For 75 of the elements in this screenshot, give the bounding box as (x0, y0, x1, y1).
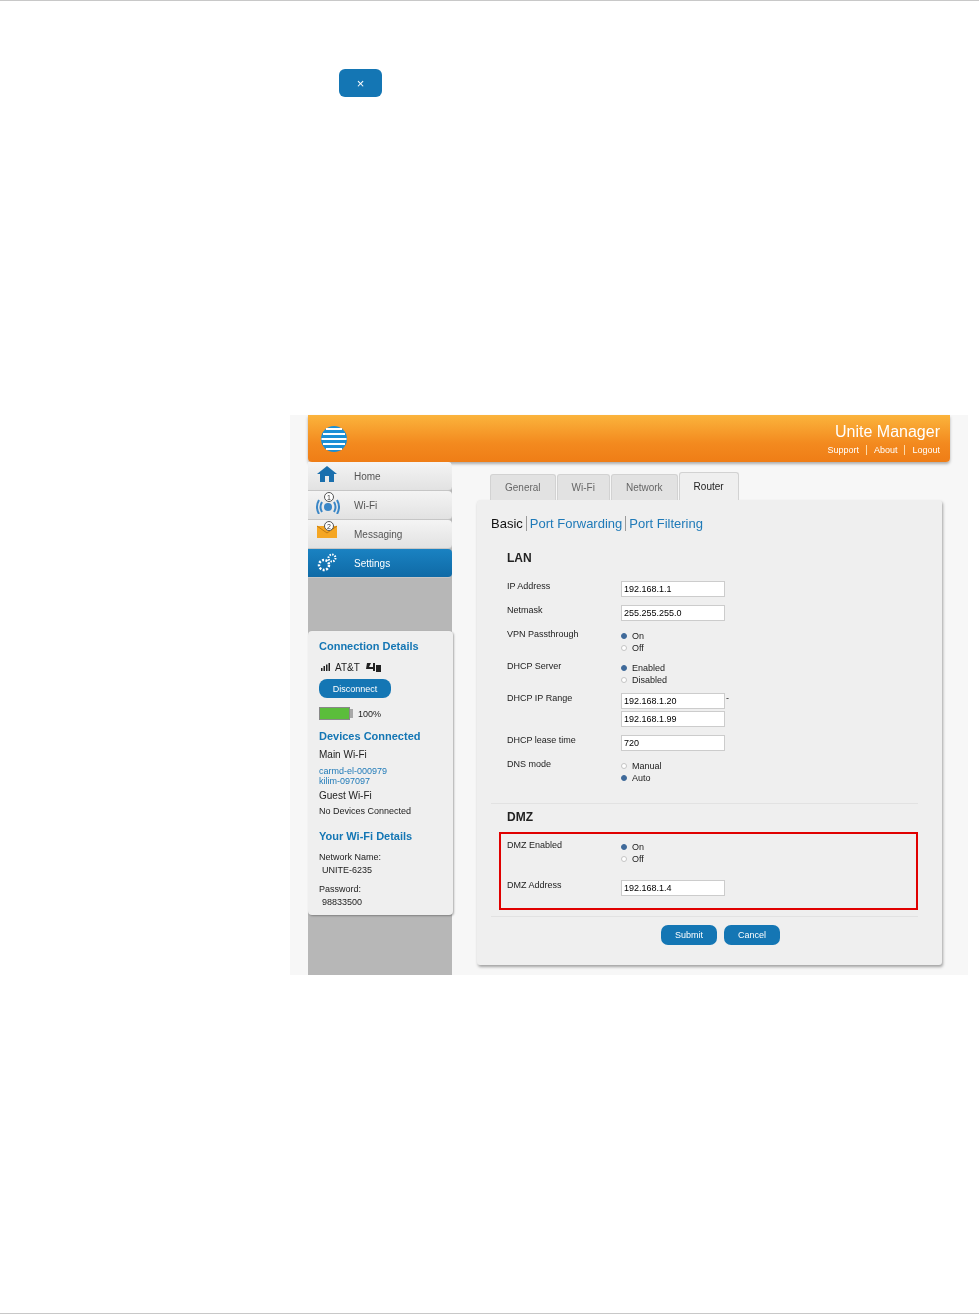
subnav-link[interactable]: Port Filtering (625, 516, 706, 531)
nav-label: Messaging (354, 528, 403, 540)
field-label: IP Address (507, 581, 552, 593)
globe-logo-icon (320, 424, 348, 453)
nav-item[interactable]: Home (308, 462, 452, 491)
text-field[interactable]: 255.255.255.0 (621, 605, 725, 621)
app-title: Unite Manager (835, 422, 940, 441)
option-label: Off (632, 854, 644, 864)
detail-label: Password: (319, 884, 362, 894)
tab[interactable]: Router (678, 472, 739, 500)
form-button[interactable]: Submit (661, 925, 717, 945)
group-name: Main Wi-Fi (319, 749, 367, 760)
header-link[interactable]: Logout (904, 444, 940, 455)
option-label: Off (632, 643, 644, 653)
text-field[interactable]: 192.168.1.4 (621, 880, 725, 896)
text-field[interactable]: 192.168.1.99 (621, 711, 725, 727)
detail-label: Network Name: (319, 852, 381, 862)
option-label: On (632, 842, 644, 852)
option-label: On (632, 631, 644, 641)
field-label: DMZ Address (507, 880, 563, 892)
option-label: Disabled (632, 675, 668, 685)
tab[interactable]: Network (610, 474, 678, 500)
field-label: DHCP Server (507, 661, 563, 673)
battery-reading: 100% (358, 708, 382, 719)
detail-value: UNITE-6235 (322, 865, 373, 875)
device-link[interactable]: kilim-097097 (319, 776, 388, 786)
subnav-link[interactable]: Basic (491, 516, 526, 531)
section-heading: Your Wi-Fi Details (319, 830, 413, 842)
disconnect-button[interactable]: Disconnect (319, 679, 391, 698)
radio-button[interactable] (621, 856, 627, 862)
range-separator: - (726, 693, 729, 703)
field-label: VPN Passthrough (507, 629, 580, 641)
group-name: Guest Wi-Fi (319, 790, 372, 801)
text-field[interactable]: 720 (621, 735, 725, 751)
header-link[interactable]: Support (820, 444, 866, 455)
gears-icon (316, 552, 338, 572)
option-label: Manual (632, 761, 662, 771)
option-label: Auto (632, 773, 651, 783)
device-link[interactable]: carmd-el-000979 (319, 766, 388, 776)
battery-icon (319, 707, 353, 720)
header-link[interactable]: About (865, 444, 905, 455)
field-label: Netmask (507, 605, 544, 617)
signal-icon (321, 663, 330, 671)
section-heading: LAN (507, 551, 533, 565)
subnav-link[interactable]: Port Forwarding (525, 516, 626, 531)
radio-button[interactable] (621, 775, 627, 781)
radio-button[interactable] (621, 844, 627, 850)
carrier-name: AT&T (335, 661, 360, 673)
text-field[interactable]: 192.168.1.20 (621, 693, 725, 709)
text-field[interactable]: 192.168.1.1 (621, 581, 725, 597)
field-label: DHCP lease time (507, 735, 577, 747)
option-label: Enabled (632, 663, 666, 673)
nav-label: Home (354, 470, 381, 482)
radio-button[interactable] (621, 645, 627, 651)
home-icon (316, 465, 338, 483)
tab[interactable]: Wi-Fi (556, 474, 610, 500)
section-heading: Connection Details (319, 640, 419, 652)
field-label: DNS mode (507, 759, 552, 771)
device-note: No Devices Connected (319, 806, 412, 816)
close-button[interactable]: × (339, 69, 382, 97)
nav-label: Wi-Fi (354, 499, 378, 511)
tab[interactable]: General (490, 474, 556, 500)
section-heading: DMZ (507, 810, 534, 824)
radio-button[interactable] (621, 633, 627, 639)
envelope-icon (316, 523, 338, 539)
section-heading: Devices Connected (319, 730, 421, 742)
radio-button[interactable] (621, 763, 627, 769)
detail-value: 98833500 (322, 897, 363, 907)
field-label: DMZ Enabled (507, 840, 564, 852)
field-label: DHCP IP Range (507, 693, 574, 705)
radio-button[interactable] (621, 677, 627, 683)
form-button[interactable]: Cancel (724, 925, 780, 945)
nav-label: Settings (354, 557, 391, 569)
radio-button[interactable] (621, 665, 627, 671)
nav-item[interactable]: Settings (308, 549, 452, 578)
